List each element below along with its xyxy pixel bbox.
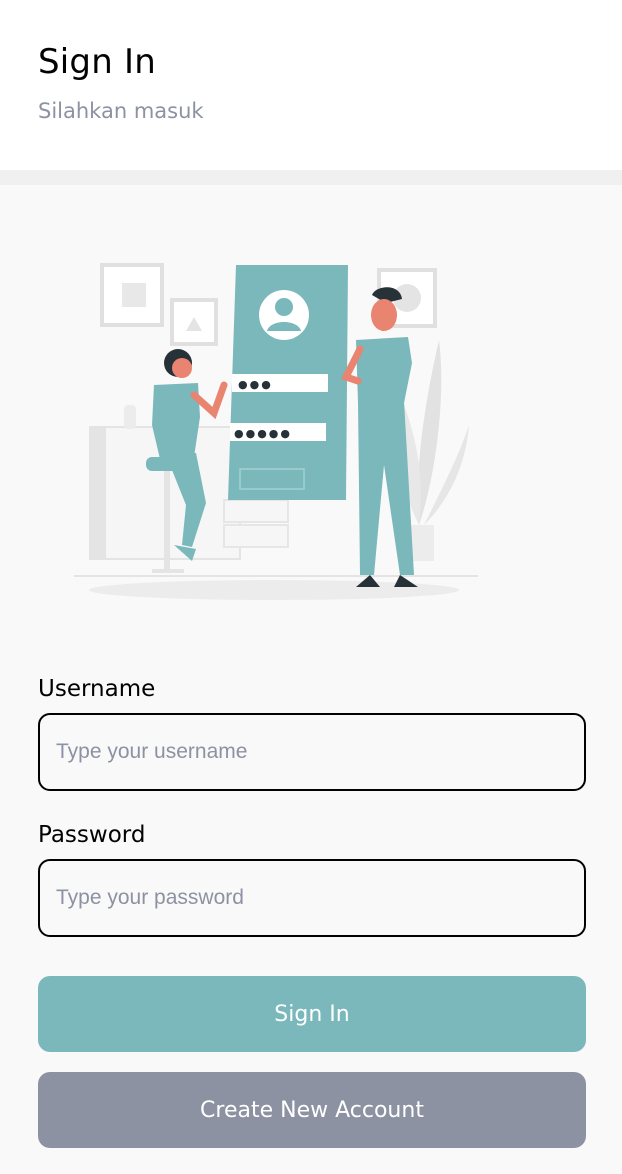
page-subtitle: Silahkan masuk [38, 99, 204, 123]
page-title: Sign In [38, 42, 156, 82]
vase [124, 405, 136, 429]
man-face [371, 299, 397, 331]
wall-frame-1-inner [122, 283, 146, 307]
cabinet-side [90, 427, 106, 559]
login-illustration: ●●● ●●●●● [74, 263, 478, 600]
username-label: Username [38, 676, 156, 702]
floor-line [74, 575, 478, 577]
avatar-head [275, 298, 293, 316]
password-input[interactable] [38, 859, 586, 937]
woman-face [172, 358, 192, 378]
password-dots-long: ●●●●● [234, 427, 292, 440]
password-label: Password [38, 822, 146, 848]
drawer-1 [223, 499, 289, 523]
plant-leaf-1 [417, 340, 442, 525]
drawer-2 [223, 524, 289, 548]
header-divider [0, 170, 622, 185]
header: Sign In Silahkan masuk [0, 0, 622, 170]
password-dots-short: ●●● [238, 378, 273, 391]
stool-leg [164, 471, 170, 571]
man-torso [356, 337, 412, 403]
stool-base [152, 569, 184, 573]
username-input[interactable] [38, 713, 586, 791]
create-account-button[interactable]: Create New Account [38, 1072, 586, 1148]
sign-in-button[interactable]: Sign In [38, 976, 586, 1052]
